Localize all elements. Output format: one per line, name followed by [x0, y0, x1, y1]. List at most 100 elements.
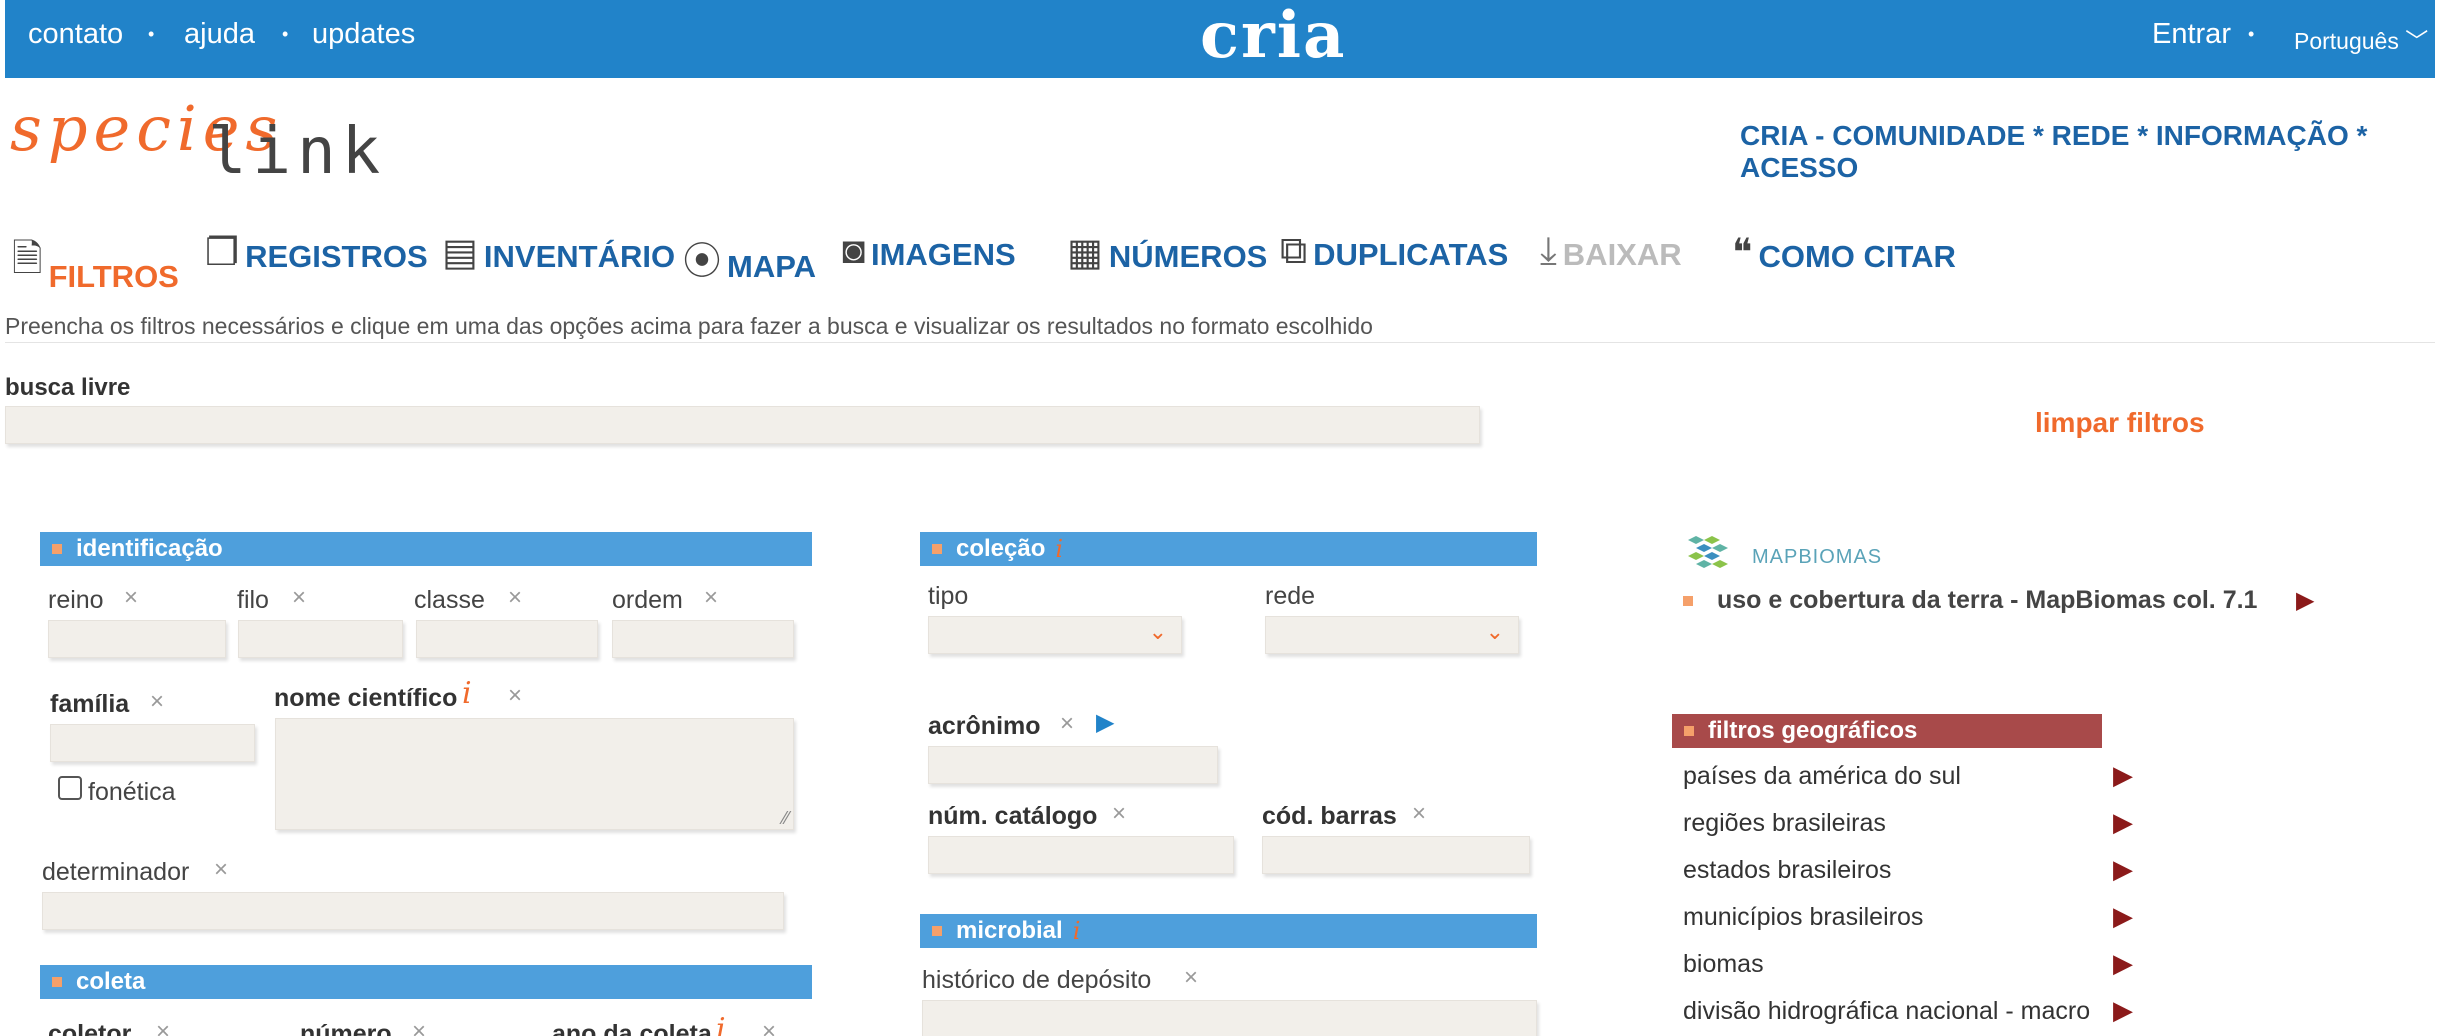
clear-nome-cientifico-icon[interactable]: × — [508, 682, 522, 710]
geo-item-regioes[interactable]: regiões brasileiras — [1683, 809, 1886, 838]
busca-livre-input[interactable] — [5, 406, 1480, 444]
nav-mapa[interactable]: ⦿ MAPA — [683, 230, 816, 285]
page: contato • ajuda • updates cria Entrar • … — [0, 0, 2440, 1036]
play-icon[interactable]: ▶ — [2296, 586, 2314, 615]
coleta-title: coleta — [76, 968, 146, 995]
filo-label: filo — [237, 586, 269, 614]
clear-ano-icon[interactable]: × — [762, 1018, 776, 1036]
nav-filtros[interactable]: 🗎 FILTROS — [12, 230, 179, 295]
play-icon[interactable]: ▶ — [2113, 854, 2133, 885]
login-link[interactable]: Entrar — [2152, 18, 2231, 51]
quote-icon: ❝ — [1732, 232, 1753, 274]
info-icon[interactable]: i — [462, 676, 472, 711]
filo-input[interactable] — [238, 620, 403, 658]
play-icon[interactable]: ▶ — [1096, 708, 1114, 737]
camera-icon: ◙ — [842, 230, 865, 272]
contato-link[interactable]: contato — [28, 18, 123, 51]
clear-familia-icon[interactable]: × — [150, 688, 164, 716]
nome-cientifico-textarea[interactable]: ⁄⁄ — [275, 718, 794, 830]
link-logo[interactable]: link — [208, 115, 386, 189]
clear-acronimo-icon[interactable]: × — [1060, 710, 1074, 738]
acronimo-label: acrônimo — [928, 712, 1041, 740]
separator-dot: • — [2248, 24, 2255, 44]
square-bullet-icon — [52, 544, 62, 554]
nav-imagens-label: IMAGENS — [870, 237, 1016, 272]
clear-ordem-icon[interactable]: × — [704, 584, 718, 612]
square-bullet-icon — [932, 544, 942, 554]
clear-filo-icon[interactable]: × — [292, 584, 306, 612]
nav-duplicatas[interactable]: ⧉ DUPLICATAS — [1280, 230, 1508, 273]
language-selector[interactable]: Português ﹀ — [2294, 22, 2428, 56]
clear-determinador-icon[interactable]: × — [214, 856, 228, 884]
geo-item-biomas[interactable]: biomas — [1683, 950, 1764, 979]
mapbiomas-link[interactable]: uso e cobertura da terra - MapBiomas col… — [1717, 586, 2257, 615]
historico-input[interactable] — [922, 1000, 1537, 1036]
play-icon[interactable]: ▶ — [2113, 948, 2133, 979]
play-icon[interactable]: ▶ — [2113, 807, 2133, 838]
clear-historico-icon[interactable]: × — [1184, 964, 1198, 992]
nav-numeros[interactable]: ▦ NÚMEROS — [1067, 230, 1267, 275]
filter-doc-icon: 🗎 — [12, 238, 43, 280]
nome-cientifico-label: nome científico — [274, 684, 458, 712]
info-icon[interactable]: i — [716, 1012, 726, 1036]
identificacao-title: identificação — [76, 535, 223, 562]
play-icon[interactable]: ▶ — [2113, 995, 2133, 1026]
nav-baixar[interactable]: ⤓ BAIXAR — [1540, 230, 1682, 273]
clear-coletor-icon[interactable]: × — [156, 1018, 170, 1036]
reino-label: reino — [48, 586, 104, 614]
reino-input[interactable] — [48, 620, 226, 658]
nav-como-citar[interactable]: ❝ COMO CITAR — [1732, 230, 1956, 275]
fonetica-label: fonética — [88, 778, 176, 806]
num-catalogo-input[interactable] — [928, 836, 1234, 874]
mapbiomas-logo-text: MAPBIOMAS — [1752, 546, 1883, 568]
busca-livre-label: busca livre — [5, 374, 131, 401]
square-bullet-icon — [52, 977, 62, 987]
resize-handle-icon[interactable]: ⁄⁄ — [783, 808, 789, 829]
nav-duplicatas-label: DUPLICATAS — [1313, 237, 1509, 272]
fonetica-checkbox[interactable] — [58, 776, 82, 800]
classe-label: classe — [414, 586, 485, 614]
download-icon: ⤓ — [1540, 230, 1557, 272]
familia-label: família — [50, 690, 130, 718]
ano-coleta-label: ano da coleta — [552, 1020, 712, 1036]
separator-dot: • — [282, 24, 289, 44]
inventory-icon: ▤ — [442, 232, 478, 274]
map-pin-icon: ⦿ — [683, 241, 722, 283]
geo-item-divisao-hidrografica[interactable]: divisão hidrográfica nacional - macro — [1683, 997, 2090, 1026]
play-icon[interactable]: ▶ — [2113, 901, 2133, 932]
nav-imagens[interactable]: ◙ IMAGENS — [842, 230, 1016, 273]
clear-numero-icon[interactable]: × — [412, 1018, 426, 1036]
determinador-input[interactable] — [42, 892, 784, 930]
cria-logo[interactable]: cria — [1200, 0, 1346, 73]
familia-input[interactable] — [50, 724, 255, 762]
cod-barras-input[interactable] — [1262, 836, 1530, 874]
limpar-filtros-link[interactable]: limpar filtros — [2035, 407, 2205, 439]
geo-item-paises[interactable]: países da américa do sul — [1683, 762, 1961, 791]
ajuda-link[interactable]: ajuda — [184, 18, 255, 51]
clear-classe-icon[interactable]: × — [508, 584, 522, 612]
play-icon[interactable]: ▶ — [2113, 760, 2133, 791]
coleta-header: coleta — [40, 965, 812, 999]
records-icon: ❐ — [205, 232, 240, 274]
nav-registros[interactable]: ❐ REGISTROS — [205, 230, 428, 275]
info-icon[interactable]: i — [1055, 535, 1063, 563]
rede-select[interactable]: ⌄ — [1265, 616, 1519, 654]
clear-num-catalogo-icon[interactable]: × — [1112, 800, 1126, 828]
nav-inventario[interactable]: ▤ INVENTÁRIO — [442, 230, 675, 275]
ordem-input[interactable] — [612, 620, 794, 658]
language-label: Português — [2294, 28, 2399, 54]
geo-item-estados[interactable]: estados brasileiros — [1683, 856, 1891, 885]
clear-reino-icon[interactable]: × — [124, 584, 138, 612]
nav-como-citar-label: COMO CITAR — [1758, 239, 1956, 274]
geo-item-municipios[interactable]: municípios brasileiros — [1683, 903, 1923, 932]
mapbiomas-logo-icon — [1682, 536, 1736, 576]
chevron-down-icon: ⌄ — [1485, 619, 1504, 644]
square-bullet-icon — [1684, 726, 1694, 736]
tipo-select[interactable]: ⌄ — [928, 616, 1182, 654]
classe-input[interactable] — [416, 620, 598, 658]
info-icon[interactable]: i — [1073, 917, 1081, 945]
numero-label: número — [300, 1020, 392, 1036]
acronimo-input[interactable] — [928, 746, 1218, 784]
clear-cod-barras-icon[interactable]: × — [1412, 800, 1426, 828]
updates-link[interactable]: updates — [312, 18, 415, 51]
